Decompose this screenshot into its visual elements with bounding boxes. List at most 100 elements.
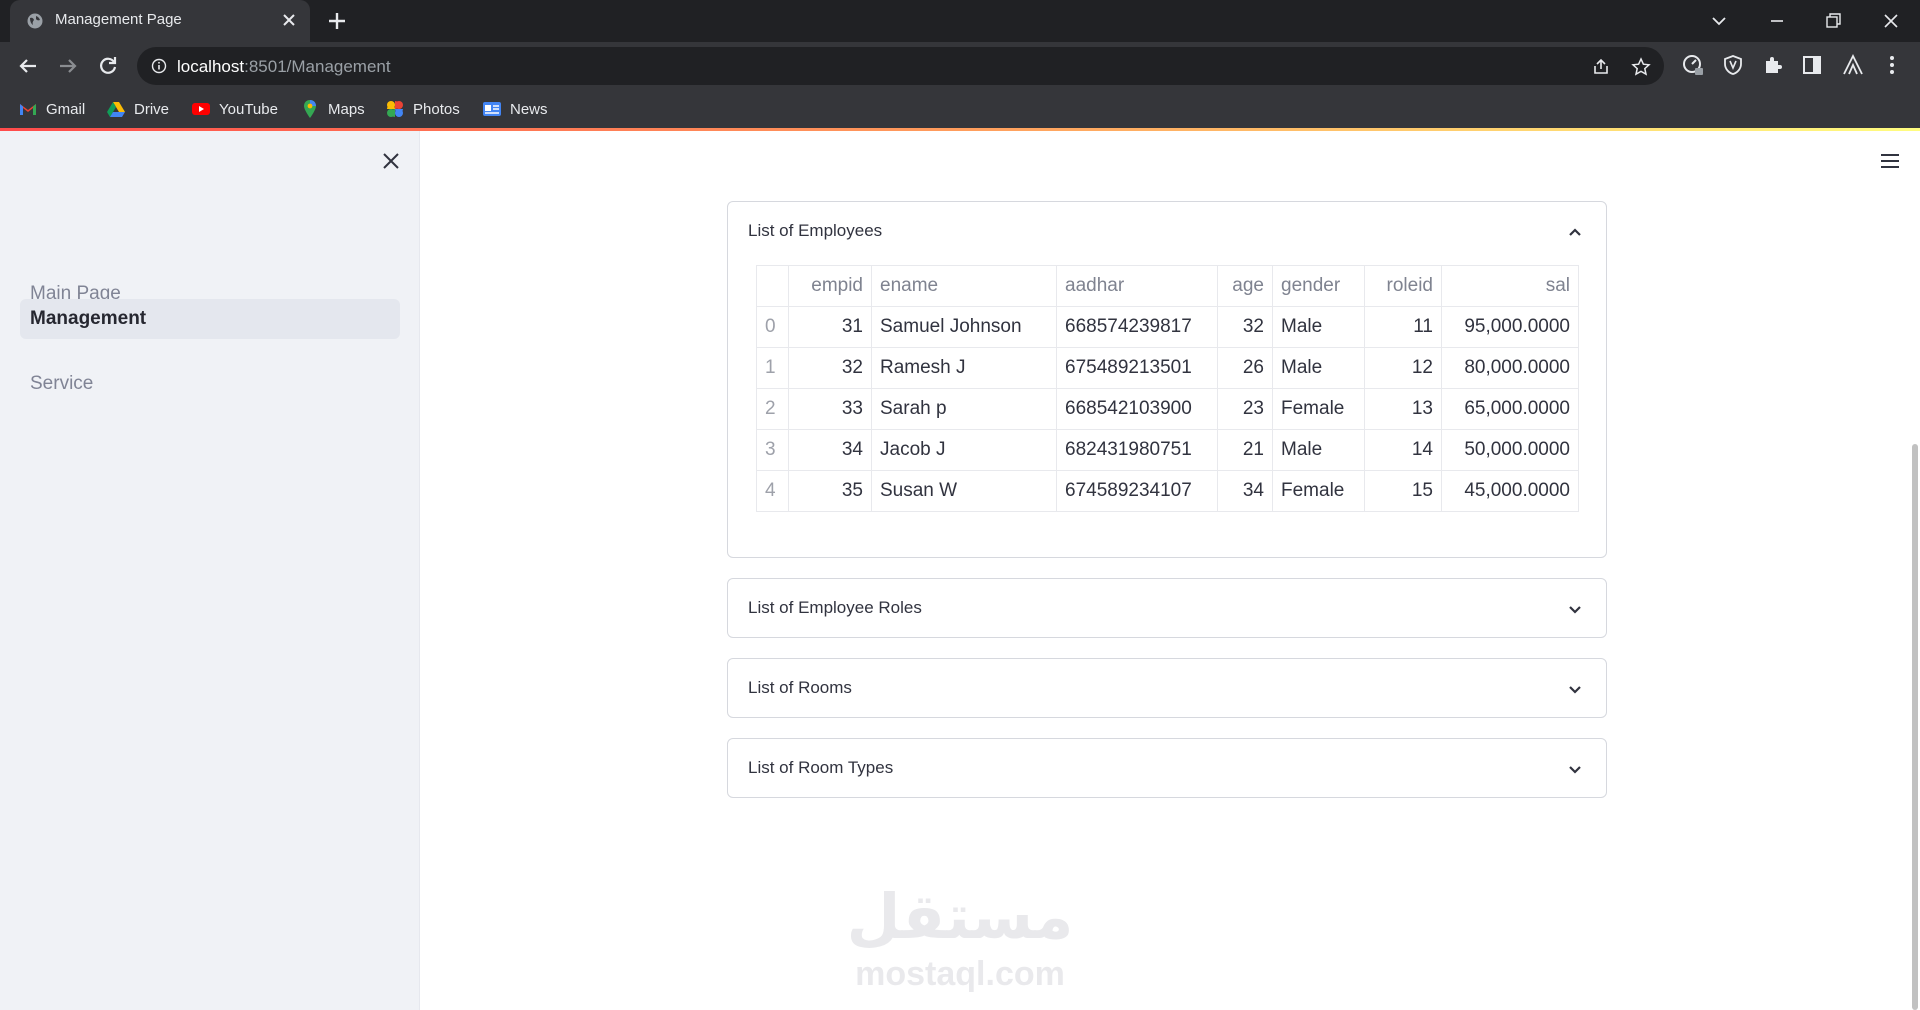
table-cell-age[interactable]: 21 xyxy=(1217,429,1273,471)
reload-icon[interactable] xyxy=(94,52,122,80)
table-cell-age[interactable]: 26 xyxy=(1217,347,1273,389)
browser-toolbar: localhost:8501/Management xyxy=(0,42,1920,90)
minimize-icon[interactable] xyxy=(1764,8,1790,34)
column-header-roleid[interactable]: roleid xyxy=(1364,265,1442,307)
bookmark-news[interactable]: News xyxy=(482,98,548,120)
table-cell-empid[interactable]: 32 xyxy=(788,347,872,389)
table-cell-sal[interactable]: 65,000.0000 xyxy=(1441,388,1579,430)
tab-search-icon[interactable] xyxy=(1706,8,1732,34)
column-header-gender[interactable]: gender xyxy=(1272,265,1365,307)
table-cell-gender[interactable]: Female xyxy=(1272,388,1365,430)
bookmark-star-icon[interactable] xyxy=(1631,57,1651,77)
site-info-icon[interactable] xyxy=(151,58,167,74)
expander-header[interactable]: List of Employees xyxy=(728,202,1606,260)
chevron-down-icon[interactable] xyxy=(1566,760,1584,778)
table-cell-roleid[interactable]: 13 xyxy=(1364,388,1442,430)
column-header-aadhar[interactable]: aadhar xyxy=(1056,265,1218,307)
browser-tab[interactable]: Management Page xyxy=(10,0,310,42)
extensions-puzzle-icon[interactable] xyxy=(1761,53,1785,77)
bookmark-maps[interactable]: Maps xyxy=(300,98,365,120)
main-menu-icon[interactable] xyxy=(1878,150,1902,172)
table-cell-aadhar[interactable]: 675489213501 xyxy=(1056,347,1218,389)
table-cell-empid[interactable]: 35 xyxy=(788,470,872,512)
table-cell-index[interactable]: 1 xyxy=(756,347,789,389)
table-cell-roleid[interactable]: 14 xyxy=(1364,429,1442,471)
table-cell-index[interactable]: 0 xyxy=(756,306,789,348)
column-header-sal[interactable]: sal xyxy=(1441,265,1579,307)
bookmark-drive[interactable]: Drive xyxy=(106,98,169,120)
table-cell-ename[interactable]: Ramesh J xyxy=(871,347,1057,389)
expander-header[interactable]: List of Room Types xyxy=(728,739,1606,797)
column-header-index[interactable] xyxy=(756,265,789,307)
performance-extension-icon[interactable] xyxy=(1681,53,1705,77)
expander-room-types[interactable]: List of Room Types xyxy=(727,738,1607,798)
table-cell-age[interactable]: 23 xyxy=(1217,388,1273,430)
expander-rooms[interactable]: List of Rooms xyxy=(727,658,1607,718)
table-cell-sal[interactable]: 80,000.0000 xyxy=(1441,347,1579,389)
table-cell-ename[interactable]: Sarah p xyxy=(871,388,1057,430)
employees-table[interactable]: empid ename aadhar age gender roleid sal… xyxy=(756,265,1579,512)
sidebar-item-service[interactable]: Service xyxy=(20,364,400,404)
chevron-down-icon[interactable] xyxy=(1566,600,1584,618)
watermark-latin-text: mostaql.com xyxy=(855,955,1065,993)
bookmark-photos[interactable]: Photos xyxy=(385,98,460,120)
chevron-up-icon[interactable] xyxy=(1566,223,1584,241)
column-header-ename[interactable]: ename xyxy=(871,265,1057,307)
sidebar-item-management[interactable]: Management xyxy=(20,299,400,339)
page-scrollbar[interactable] xyxy=(1912,444,1918,1010)
table-cell-empid[interactable]: 31 xyxy=(788,306,872,348)
table-cell-ename[interactable]: Susan W xyxy=(871,470,1057,512)
table-cell-index[interactable]: 2 xyxy=(756,388,789,430)
table-cell-roleid[interactable]: 12 xyxy=(1364,347,1442,389)
profile-avatar-icon[interactable] xyxy=(1841,53,1865,77)
tab-title: Management Page xyxy=(55,11,182,28)
bookmark-youtube[interactable]: YouTube xyxy=(191,98,278,120)
close-window-icon[interactable] xyxy=(1878,8,1904,34)
mostaql-watermark: مستقل mostaql.com xyxy=(847,880,1074,993)
bookmark-gmail[interactable]: Gmail xyxy=(18,98,85,120)
new-tab-icon[interactable] xyxy=(326,10,348,32)
table-cell-empid[interactable]: 34 xyxy=(788,429,872,471)
table-cell-index[interactable]: 4 xyxy=(756,470,789,512)
table-cell-ename[interactable]: Samuel Johnson xyxy=(871,306,1057,348)
bookmarks-bar: Gmail Drive YouTube Maps Photos News xyxy=(0,90,1920,128)
table-cell-aadhar[interactable]: 674589234107 xyxy=(1056,470,1218,512)
expander-header[interactable]: List of Rooms xyxy=(728,659,1606,717)
side-panel-icon[interactable] xyxy=(1800,53,1824,77)
more-menu-icon[interactable] xyxy=(1880,53,1904,77)
table-cell-aadhar[interactable]: 682431980751 xyxy=(1056,429,1218,471)
expander-employee-roles[interactable]: List of Employee Roles xyxy=(727,578,1607,638)
address-bar[interactable]: localhost:8501/Management xyxy=(137,47,1664,85)
close-tab-icon[interactable] xyxy=(280,11,298,29)
expander-employees: List of Employees empid ename aadhar age… xyxy=(727,201,1607,558)
table-cell-age[interactable]: 32 xyxy=(1217,306,1273,348)
table-cell-sal[interactable]: 95,000.0000 xyxy=(1441,306,1579,348)
restore-icon[interactable] xyxy=(1820,8,1846,34)
table-cell-ename[interactable]: Jacob J xyxy=(871,429,1057,471)
table-cell-empid[interactable]: 33 xyxy=(788,388,872,430)
column-header-empid[interactable]: empid xyxy=(788,265,872,307)
close-sidebar-icon[interactable] xyxy=(380,150,402,172)
table-row: 2 33 Sarah p 668542103900 23 Female 13 6… xyxy=(756,388,1579,430)
table-cell-sal[interactable]: 45,000.0000 xyxy=(1441,470,1579,512)
forward-icon[interactable] xyxy=(54,52,82,80)
expander-header[interactable]: List of Employee Roles xyxy=(728,579,1606,637)
column-header-age[interactable]: age xyxy=(1217,265,1273,307)
table-cell-age[interactable]: 34 xyxy=(1217,470,1273,512)
table-cell-gender[interactable]: Male xyxy=(1272,429,1365,471)
table-cell-gender[interactable]: Male xyxy=(1272,306,1365,348)
table-cell-gender[interactable]: Female xyxy=(1272,470,1365,512)
chevron-down-icon[interactable] xyxy=(1566,680,1584,698)
table-cell-aadhar[interactable]: 668542103900 xyxy=(1056,388,1218,430)
share-icon[interactable] xyxy=(1591,57,1611,77)
table-cell-sal[interactable]: 50,000.0000 xyxy=(1441,429,1579,471)
back-icon[interactable] xyxy=(14,52,42,80)
shield-extension-icon[interactable] xyxy=(1721,53,1745,77)
table-cell-index[interactable]: 3 xyxy=(756,429,789,471)
table-cell-roleid[interactable]: 15 xyxy=(1364,470,1442,512)
table-cell-gender[interactable]: Male xyxy=(1272,347,1365,389)
bookmark-label: YouTube xyxy=(219,100,278,118)
table-cell-roleid[interactable]: 11 xyxy=(1364,306,1442,348)
browser-tab-strip: Management Page xyxy=(0,0,1920,42)
table-cell-aadhar[interactable]: 668574239817 xyxy=(1056,306,1218,348)
